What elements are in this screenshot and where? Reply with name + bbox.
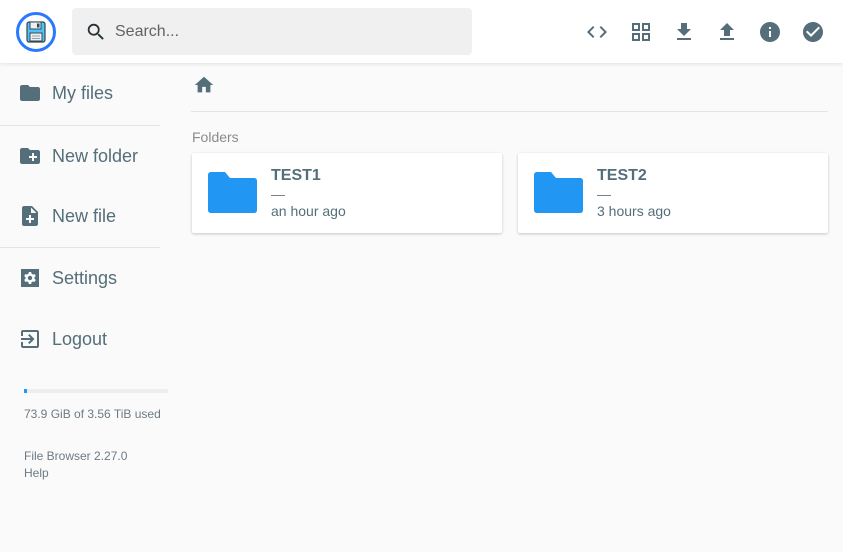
settings-icon — [21, 269, 39, 287]
folder-icon — [534, 172, 583, 213]
exit-icon — [21, 330, 39, 348]
info-icon[interactable] — [758, 20, 782, 44]
floppy-disk-icon[interactable] — [15, 11, 57, 53]
sidebar-item-label: New folder — [52, 145, 139, 166]
breadcrumb-divider — [191, 111, 828, 112]
search-input[interactable] — [115, 8, 455, 55]
folder-icon — [20, 85, 40, 101]
home-icon[interactable] — [193, 74, 215, 96]
sidebar-item-label: Logout — [52, 328, 108, 349]
upload-icon[interactable] — [715, 20, 739, 44]
app-version: File Browser 2.27.0 — [24, 449, 128, 463]
folder-icon — [208, 172, 257, 213]
folder-size: — — [271, 186, 285, 202]
download-icon[interactable] — [672, 20, 696, 44]
help-link[interactable]: Help — [24, 466, 49, 480]
search-icon — [87, 23, 104, 40]
create-new-folder-icon — [20, 148, 40, 164]
sidebar-item-label: My files — [52, 82, 114, 103]
folder-modified: 3 hours ago — [597, 203, 671, 219]
folder-item[interactable]: TEST1 — an hour ago — [192, 153, 502, 233]
folder-item[interactable]: TEST2 — 3 hours ago — [518, 153, 828, 233]
folder-name: TEST1 — [271, 167, 321, 184]
header-bar — [0, 0, 843, 63]
grid-view-icon[interactable] — [629, 20, 653, 44]
folder-name: TEST2 — [597, 167, 647, 184]
folder-modified: an hour ago — [271, 203, 346, 219]
sidebar-item-logout[interactable]: Logout — [0, 309, 160, 369]
select-check-icon[interactable] — [801, 20, 825, 44]
folder-size: — — [597, 186, 611, 202]
storage-usage-fill — [24, 389, 27, 393]
storage-usage-bar — [24, 389, 168, 393]
sidebar-item-label: New file — [52, 205, 117, 226]
sidebar: My files New folder New file Settings Lo… — [0, 63, 176, 552]
sidebar-item-label: Settings — [52, 267, 118, 288]
code-icon[interactable] — [585, 20, 609, 44]
sidebar-item-new-file[interactable]: New file — [0, 186, 160, 246]
sidebar-item-settings[interactable]: Settings — [0, 248, 160, 308]
sidebar-item-my-files[interactable]: My files — [0, 63, 160, 123]
note-add-icon — [22, 206, 38, 226]
storage-usage-text: 73.9 GiB of 3.56 TiB used — [24, 407, 161, 421]
section-title-folders: Folders — [192, 129, 239, 145]
search-box[interactable] — [72, 8, 472, 55]
sidebar-item-new-folder[interactable]: New folder — [0, 126, 160, 186]
